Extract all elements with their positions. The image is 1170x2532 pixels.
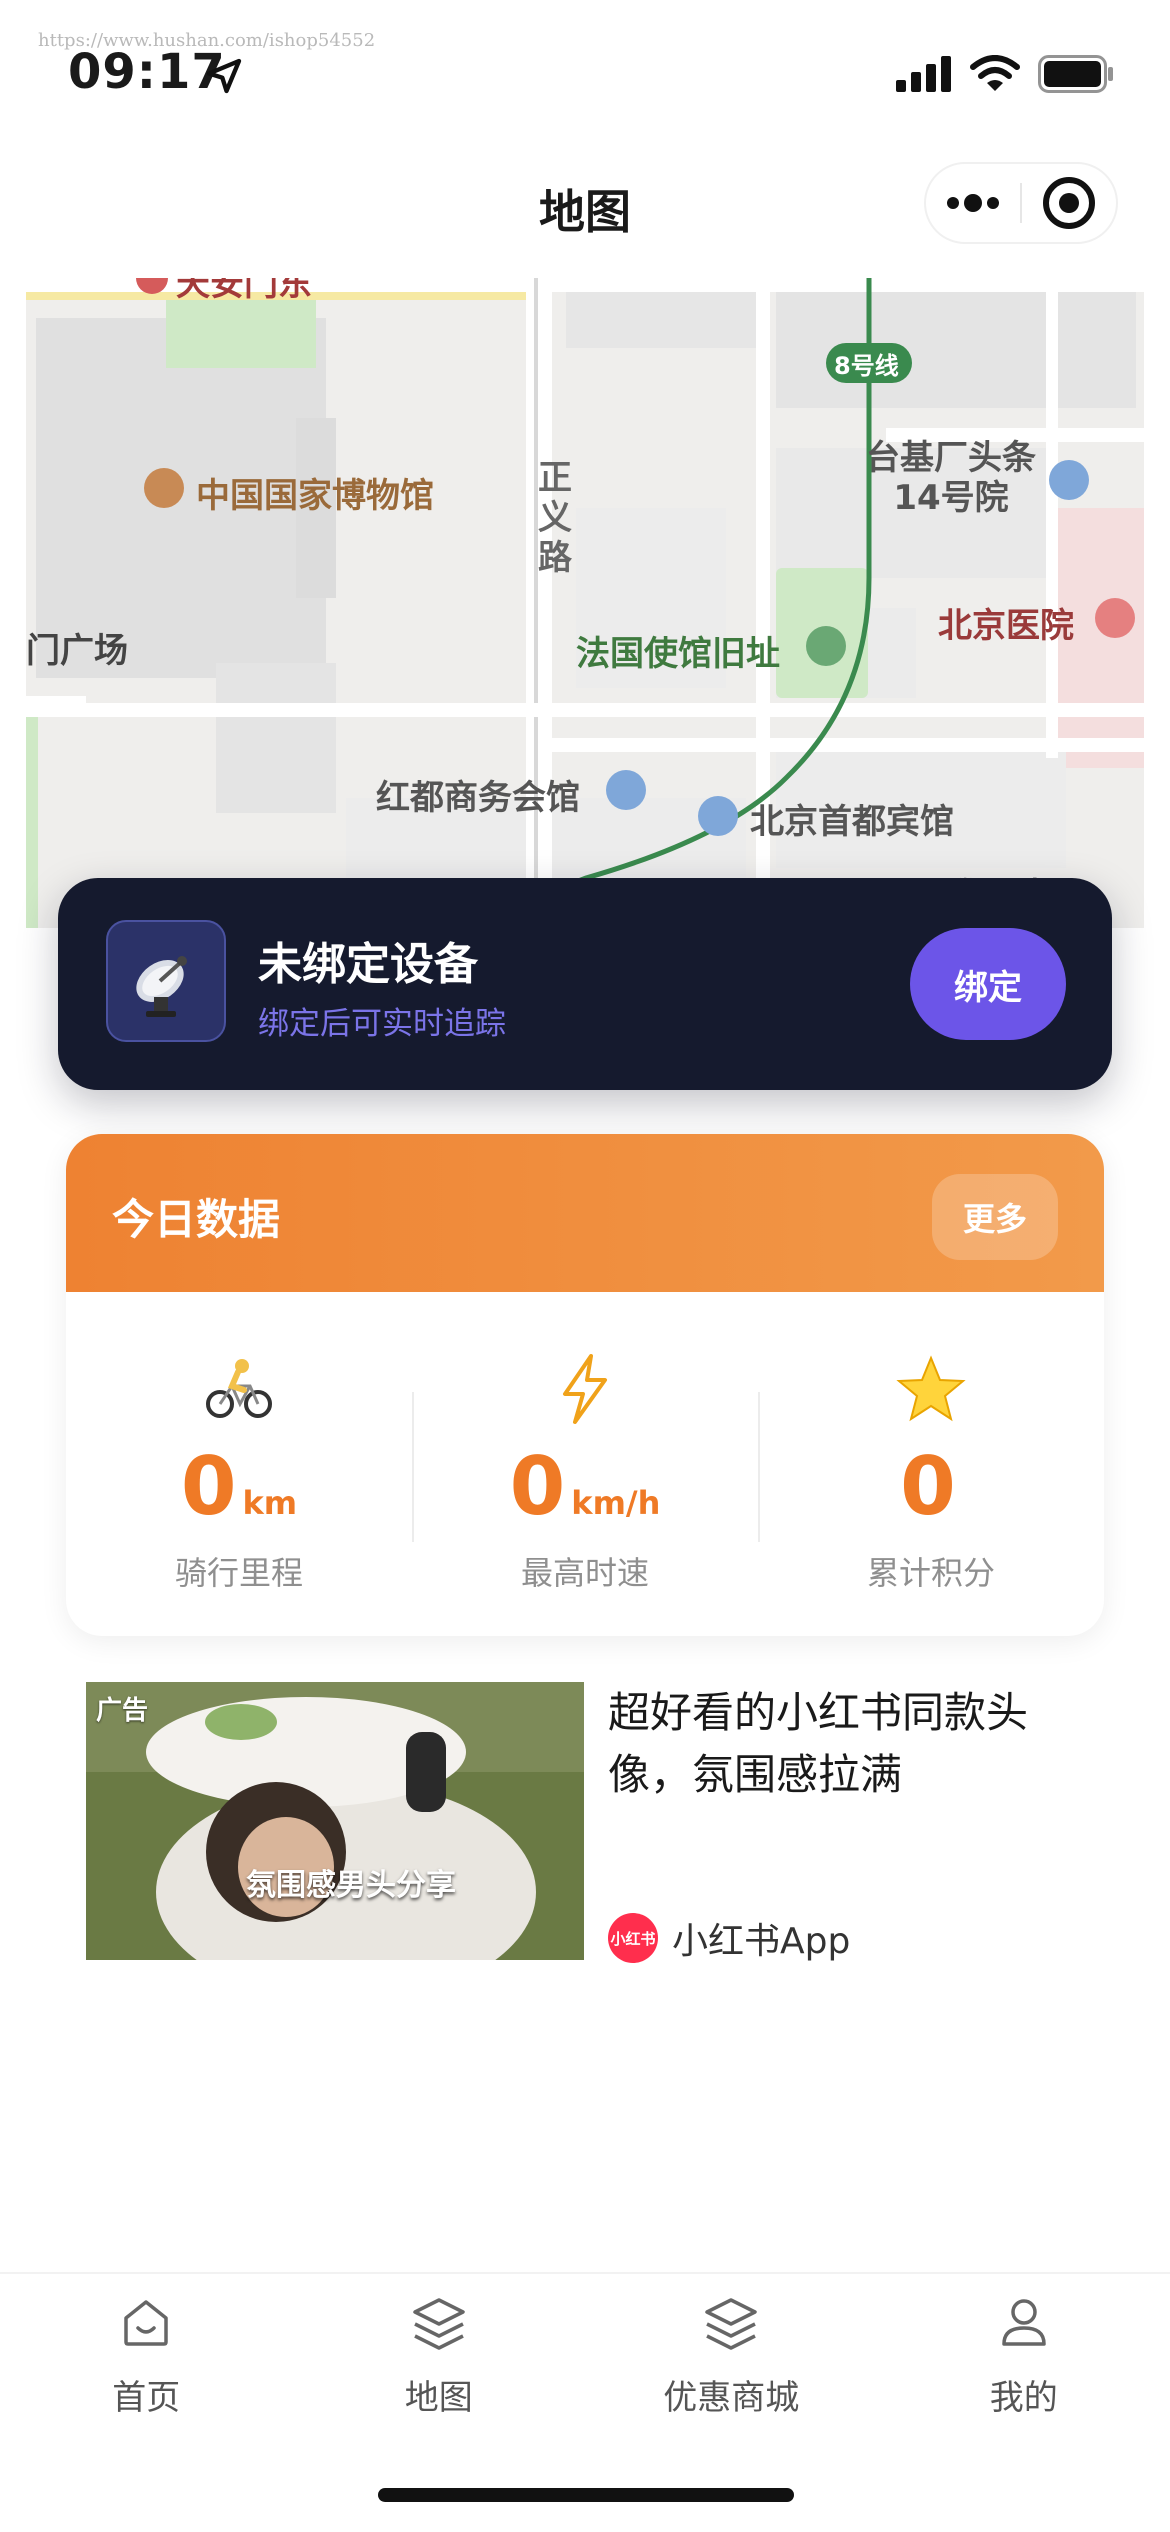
distance-unit: km <box>242 1484 298 1522</box>
device-subtitle: 绑定后可实时追踪 <box>258 1006 506 1042</box>
user-icon <box>1002 2299 1046 2346</box>
satellite-dish-icon <box>136 956 187 1017</box>
device-bind-card: 未绑定设备 绑定后可实时追踪 绑定 <box>58 878 1112 1090</box>
device-icon-box <box>106 920 226 1042</box>
tab-map-label: 地图 <box>404 2378 473 2418</box>
wifi-icon <box>970 55 1020 91</box>
speed-label: 最高时速 <box>520 1554 649 1592</box>
map-label-road: 正义路 <box>538 458 572 578</box>
map-label-embassy: 法国使馆旧址 <box>576 634 780 674</box>
ad-image[interactable]: 广告 氛围感男头分享 <box>86 1682 584 1960</box>
ad-title[interactable]: 超好看的小红书同款头像，氛围感拉满 <box>608 1682 1088 1806</box>
mini-program-capsule <box>924 162 1118 244</box>
star-icon <box>896 1355 966 1422</box>
map-label-taiji: 台基厂头条 14号院 <box>866 438 1036 518</box>
device-title: 未绑定设备 <box>258 939 478 990</box>
distance-value: 0 <box>180 1440 237 1533</box>
stat-distance: 0 km 骑行里程 <box>66 1292 412 1636</box>
more-dots-icon <box>947 194 999 212</box>
tab-home-label: 首页 <box>112 2378 181 2418</box>
points-value: 0 <box>900 1440 956 1533</box>
map-label-top: 天安门东 <box>176 278 312 304</box>
map-label-hotel: 北京首都宾馆 <box>750 802 954 842</box>
more-menu-button[interactable] <box>926 164 1020 242</box>
target-close-icon <box>1042 177 1095 229</box>
bind-device-button[interactable]: 绑定 <box>910 928 1066 1040</box>
map-view[interactable]: 天安门东 中国国家博物馆 正义路 8号线 台基厂头条 14号院 门广场 法国使馆… <box>26 278 1144 928</box>
ad-tag: 广告 <box>96 1696 149 1726</box>
stats-row: 0 km 骑行里程 0 km/h 最高时速 0 累计积分 <box>66 1292 1104 1636</box>
watermark-url: https://www.hushan.com/ishop54552 <box>38 30 376 51</box>
ad-image-caption: 氛围感男头分享 <box>246 1868 456 1903</box>
map-label-square: 门广场 <box>26 631 128 671</box>
stat-speed: 0 km/h 最高时速 <box>412 1292 758 1636</box>
ad-source[interactable]: 小红书 小红书App <box>608 1912 850 1964</box>
home-icon <box>124 2300 168 2346</box>
map-label-metro-line: 8号线 <box>834 352 899 380</box>
tab-shop-label: 优惠商城 <box>663 2378 800 2418</box>
map-label-museum: 中国国家博物馆 <box>196 476 434 516</box>
ad-source-name: 小红书App <box>672 1921 851 1962</box>
stat-points: 0 累计积分 <box>758 1292 1104 1636</box>
speed-unit: km/h <box>571 1484 661 1522</box>
nav-bar: 地图 <box>0 150 1170 260</box>
ad-banner[interactable]: 广告 氛围感男头分享 超好看的小红书同款头像，氛围感拉满 小红书 小红书App <box>86 1682 1088 1964</box>
tab-map[interactable]: 地图 <box>293 2274 586 2418</box>
tab-home[interactable]: 首页 <box>0 2274 293 2418</box>
location-arrow-icon <box>206 58 242 94</box>
ad-photo <box>86 1682 584 1960</box>
tab-shop[interactable]: 优惠商城 <box>585 2274 878 2418</box>
tab-bar: 首页 地图 优惠商城 我的 <box>0 2272 1170 2418</box>
xiaohongshu-logo-icon: 小红书 <box>608 1913 658 1963</box>
signal-icon <box>896 56 951 92</box>
map-label-hongdu: 红都商务会馆 <box>376 778 580 818</box>
layers-icon <box>413 2298 465 2350</box>
close-mini-program-button[interactable] <box>1022 164 1116 242</box>
today-title: 今日数据 <box>112 1195 281 1244</box>
layers-icon <box>705 2298 757 2350</box>
today-data-card: 今日数据 更多 0 km 骑行里程 0 km/h 最高时速 0 累计积分 <box>66 1134 1104 1636</box>
more-button[interactable]: 更多 <box>932 1174 1058 1260</box>
bicycle-icon <box>206 1359 272 1418</box>
home-indicator <box>378 2488 794 2502</box>
speed-value: 0 <box>509 1440 566 1533</box>
map-label-hospital: 北京医院 <box>938 606 1074 646</box>
tab-profile-label: 我的 <box>989 2378 1058 2418</box>
points-label: 累计积分 <box>866 1554 995 1592</box>
lightning-icon <box>563 1354 607 1424</box>
status-bar: 09:17 <box>0 0 1170 140</box>
distance-label: 骑行里程 <box>174 1554 303 1592</box>
battery-icon <box>1038 55 1113 93</box>
today-header: 今日数据 更多 <box>66 1134 1104 1292</box>
tab-profile[interactable]: 我的 <box>878 2274 1170 2418</box>
status-time: 09:17 <box>68 44 226 100</box>
